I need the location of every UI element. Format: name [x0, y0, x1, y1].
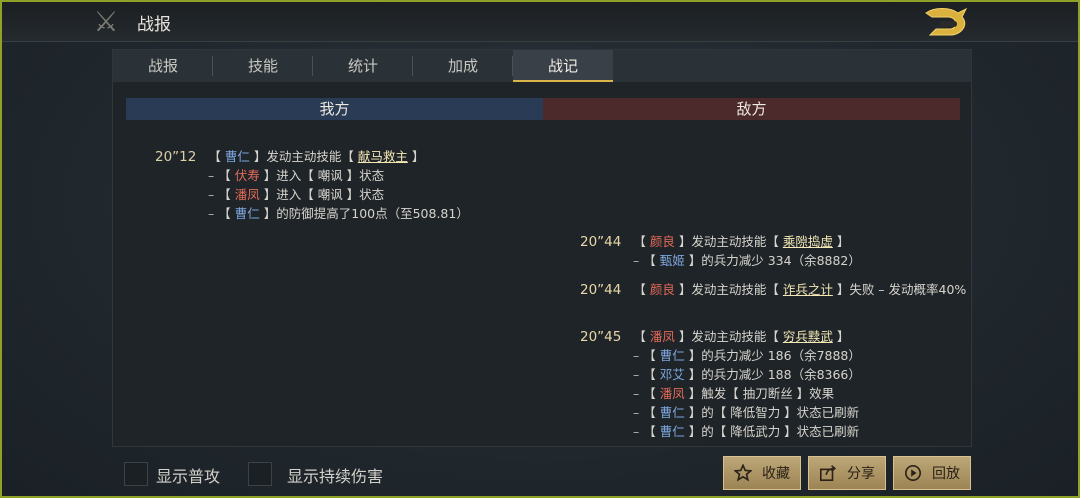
share-button[interactable]: 分享 [808, 456, 886, 490]
log-time: 20”12 [155, 149, 197, 165]
favorite-button[interactable]: 收藏 [723, 456, 801, 490]
log-entry: 20”12 【 曹仁 】发动主动技能【 献马救主 】 [155, 149, 425, 165]
log-text: 进入【 嘲讽 】状态 [276, 187, 385, 202]
page-title: 战报 [137, 15, 171, 35]
log-text: 发动主动技能 [266, 149, 342, 164]
replay-label: 回放 [932, 466, 960, 482]
log-entry: – 【 甄姬 】的兵力减少 334（余8882） [633, 253, 861, 268]
log-text: 的防御提高了100点（至508.81） [276, 206, 469, 221]
log-entry: 20”45 【 潘凤 】发动主动技能【 穷兵黩武 】 [580, 329, 850, 345]
log-entry: – 【 伏寿 】进入【 嘲讽 】状态 [208, 168, 385, 183]
log-text: 发动主动技能 [691, 282, 767, 297]
warrior-emblem-icon: ⚔ [93, 5, 119, 38]
target-name: 曹仁 [234, 206, 260, 221]
log-time: 20”44 [580, 234, 622, 250]
tab-bonus[interactable]: 加成 [413, 50, 513, 82]
actor-name: 颜良 [649, 234, 675, 249]
skill-link[interactable]: 乘隙捣虚 [783, 234, 833, 249]
skill-link[interactable]: 献马救主 [358, 149, 408, 164]
log-text: 的兵力减少 188（余8366） [701, 367, 861, 382]
log-entry: – 【 潘凤 】触发【 抽刀断丝 】效果 [633, 386, 835, 401]
battle-report-screen: ⚔ 战报 战报 技能 统计 加成 战记 我方 敌方 20”12 【 曹仁 】发动… [0, 0, 1080, 498]
log-text: 进入【 嘲讽 】状态 [276, 168, 385, 183]
actor-name: 曹仁 [224, 149, 250, 164]
actor-name: 颜良 [649, 282, 675, 297]
log-text: 触发【 抽刀断丝 】效果 [701, 386, 835, 401]
target-name: 曹仁 [659, 424, 685, 439]
enemy-side-header: 敌方 [543, 98, 960, 120]
tab-battle-report[interactable]: 战报 [113, 50, 213, 82]
play-icon [904, 464, 922, 482]
target-name: 邓艾 [659, 367, 685, 382]
log-text: 的【 降低智力 】状态已刷新 [701, 405, 860, 420]
battle-log-scroll[interactable]: 20”12 【 曹仁 】发动主动技能【 献马救主 】 – 【 伏寿 】进入【 嘲讽… [113, 122, 971, 446]
tab-skills[interactable]: 技能 [213, 50, 313, 82]
tab-battle-log[interactable]: 战记 [513, 50, 613, 82]
tab-statistics[interactable]: 统计 [313, 50, 413, 82]
log-entry: – 【 曹仁 】的【 降低智力 】状态已刷新 [633, 405, 860, 420]
battle-log-content: 我方 敌方 20”12 【 曹仁 】发动主动技能【 献马救主 】 – 【 伏寿 】… [113, 82, 971, 446]
target-name: 潘凤 [659, 386, 685, 401]
log-time: 20”45 [580, 329, 622, 345]
log-entry: – 【 潘凤 】进入【 嘲讽 】状态 [208, 187, 385, 202]
actor-name: 潘凤 [649, 329, 675, 344]
log-text: 的【 降低武力 】状态已刷新 [701, 424, 860, 439]
log-entry: – 【 曹仁 】的【 降低武力 】状态已刷新 [633, 424, 860, 439]
star-icon [734, 464, 752, 482]
show-normal-attack-label: 显示普攻 [156, 467, 221, 486]
skill-link[interactable]: 穷兵黩武 [783, 329, 833, 344]
log-entry: – 【 曹仁 】的兵力减少 186（余7888） [633, 348, 861, 363]
log-entry: 20”44 【 颜良 】发动主动技能【 乘隙捣虚 】 [580, 234, 850, 250]
share-label: 分享 [847, 466, 875, 482]
log-text: 的兵力减少 334（余8882） [701, 253, 861, 268]
log-text: 发动主动技能 [691, 329, 767, 344]
target-name: 曹仁 [659, 348, 685, 363]
header-bar: ⚔ 战报 [2, 2, 1078, 42]
log-entry: – 【 曹仁 】的防御提高了100点（至508.81） [208, 206, 469, 221]
show-normal-attack-checkbox[interactable] [124, 462, 148, 486]
log-time: 20”44 [580, 282, 622, 298]
log-entry: – 【 邓艾 】的兵力减少 188（余8366） [633, 367, 861, 382]
skill-link[interactable]: 诈兵之计 [783, 282, 833, 297]
target-name: 潘凤 [234, 187, 260, 202]
show-dot-damage-label: 显示持续伤害 [287, 467, 384, 486]
tab-bar: 战报 技能 统计 加成 战记 [113, 50, 971, 82]
ally-side-header: 我方 [126, 98, 543, 120]
target-name: 甄姬 [659, 253, 685, 268]
replay-button[interactable]: 回放 [893, 456, 971, 490]
log-text: 发动主动技能 [691, 234, 767, 249]
share-icon [819, 465, 836, 482]
target-name: 曹仁 [659, 405, 685, 420]
log-entry: 20”44 【 颜良 】发动主动技能【 诈兵之计 】失败 – 发动概率40% [580, 282, 967, 298]
show-dot-damage-checkbox[interactable] [248, 462, 272, 486]
log-suffix: 失败 – 发动概率40% [849, 282, 967, 297]
close-dragon-button[interactable] [918, 4, 974, 40]
report-panel: 战报 技能 统计 加成 战记 我方 敌方 20”12 【 曹仁 】发动主动技能【… [112, 49, 972, 447]
target-name: 伏寿 [234, 168, 260, 183]
dragon-close-icon [925, 7, 968, 36]
favorite-label: 收藏 [762, 466, 790, 482]
log-text: 的兵力减少 186（余7888） [701, 348, 861, 363]
